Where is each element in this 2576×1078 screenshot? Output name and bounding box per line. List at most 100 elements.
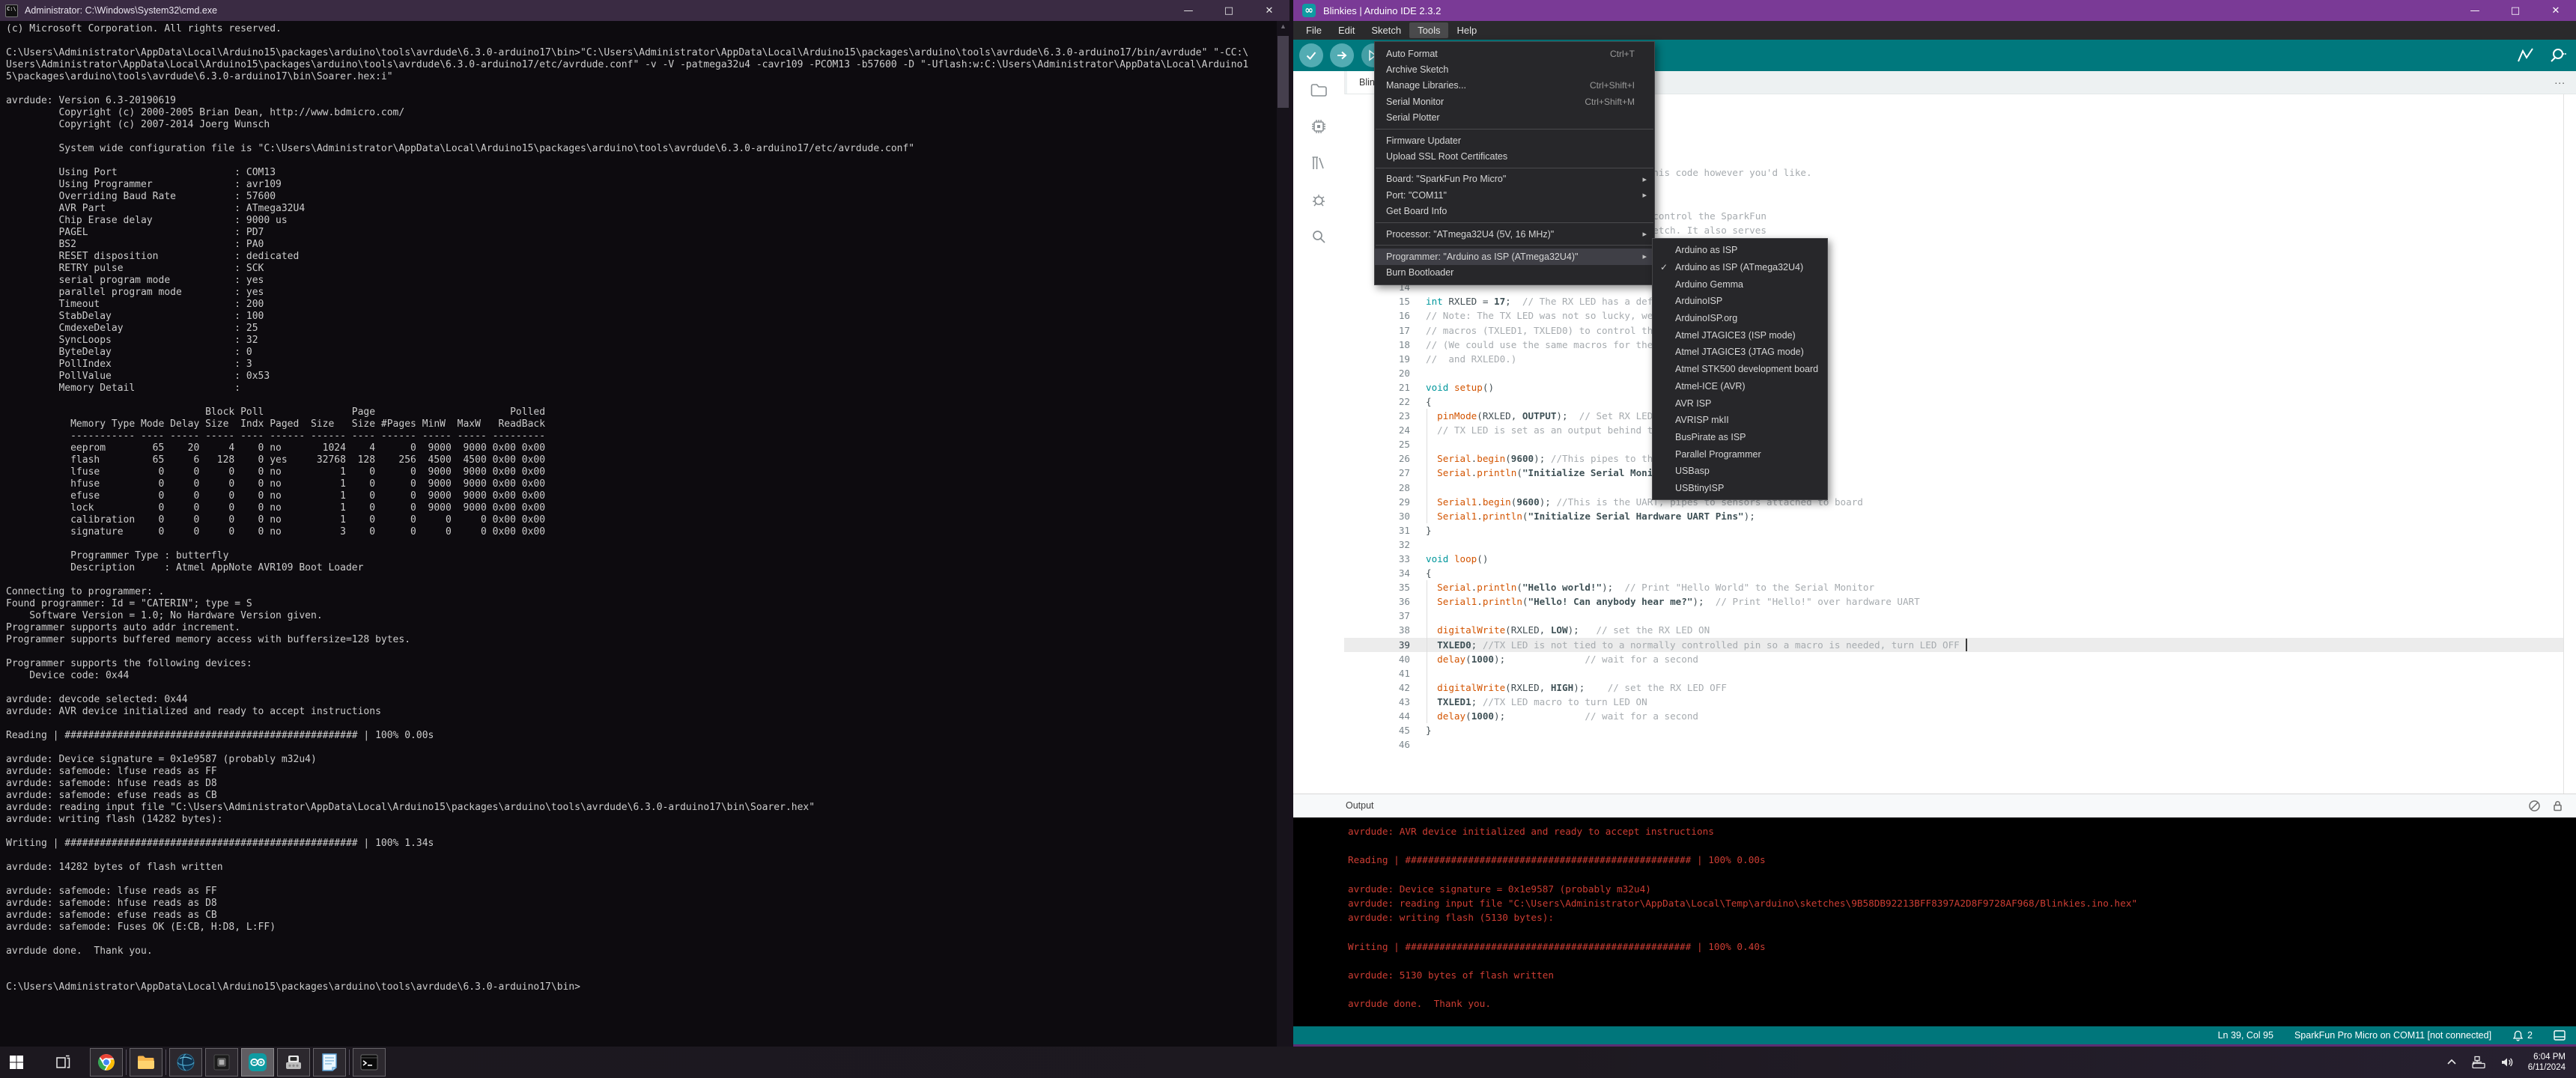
code-line-46[interactable]: 46 (1344, 737, 2563, 752)
ide-close-button[interactable]: ✕ (2536, 0, 2576, 21)
menu-item-serial-monitor[interactable]: Serial MonitorCtrl+Shift+M (1375, 94, 1654, 109)
code-line-22[interactable]: 22{ (1344, 395, 2563, 409)
taskbar-item-arduino-ide[interactable] (241, 1048, 274, 1077)
ide-titlebar[interactable]: ∞ Blinkies | Arduino IDE 2.3.2 — □ ✕ (1293, 0, 2576, 21)
programmer-option[interactable]: USBasp (1653, 463, 1827, 480)
menu-file[interactable]: File (1298, 22, 1330, 38)
code-line-45[interactable]: 45} (1344, 723, 2563, 737)
programmer-option[interactable]: AVR ISP (1653, 395, 1827, 412)
taskbar-item-file-explorer[interactable] (130, 1048, 162, 1077)
menu-item-manage-libraries[interactable]: Manage Libraries...Ctrl+Shift+I (1375, 78, 1654, 94)
cmd-close-button[interactable]: ✕ (1249, 0, 1289, 21)
menu-sketch[interactable]: Sketch (1363, 22, 1409, 38)
code-line-26[interactable]: 26 Serial.begin(9600); //This pipes to t… (1344, 451, 2563, 466)
terminal-text[interactable]: (c) Microsoft Corporation. All rights re… (6, 23, 1248, 993)
notifications-bell[interactable]: 2 (2512, 1030, 2533, 1041)
menu-item-programmer[interactable]: Programmer: "Arduino as ISP (ATmega32U4)… (1375, 249, 1654, 264)
menu-item-port[interactable]: Port: "COM11"▸ (1375, 187, 1654, 203)
programmer-option[interactable]: ✓Arduino as ISP (ATmega32U4) (1653, 259, 1827, 276)
code-line-16[interactable]: 16// Note: The TX LED was not so lucky, … (1344, 308, 2563, 323)
taskbar-item-notepad[interactable] (313, 1048, 346, 1077)
cursor-position[interactable]: Ln 39, Col 95 (2218, 1030, 2273, 1041)
menu-edit[interactable]: Edit (1330, 22, 1363, 38)
scroll-lock-icon[interactable] (2551, 800, 2564, 812)
menu-item-firmware-updater[interactable]: Firmware Updater (1375, 133, 1654, 148)
programmer-option[interactable]: USBtinyISP (1653, 480, 1827, 497)
code-line-43[interactable]: 43 TXLED1; //TX LED macro to turn LED ON (1344, 695, 2563, 709)
cmd-scrollbar-thumb[interactable] (1278, 36, 1289, 108)
sidebar-item-search[interactable] (1293, 218, 1344, 255)
cmd-titlebar[interactable]: Administrator: C:\Windows\System32\cmd.e… (0, 0, 1289, 21)
programmer-option[interactable]: Arduino as ISP (1653, 242, 1827, 259)
serial-plotter-icon[interactable] (2516, 46, 2536, 65)
start-button[interactable] (0, 1047, 33, 1078)
code-line-41[interactable]: 41 (1344, 666, 2563, 680)
menu-tools[interactable]: Tools (1409, 22, 1448, 38)
programmer-option[interactable]: Atmel STK500 development board (1653, 361, 1827, 378)
toggle-panel-button[interactable] (2554, 1030, 2566, 1041)
code-line-36[interactable]: 36 Serial1.println("Hello! Can anybody h… (1344, 594, 2563, 609)
code-line-33[interactable]: 33void loop() (1344, 552, 2563, 566)
cmd-minimize-button[interactable]: — (1168, 0, 1209, 21)
clear-output-icon[interactable] (2528, 800, 2541, 812)
output-console[interactable]: avrdude: AVR device initialized and read… (1293, 817, 2576, 1026)
ide-maximize-button[interactable]: □ (2495, 0, 2536, 21)
cmd-scrollbar[interactable]: ▲ (1277, 21, 1289, 1047)
code-line-25[interactable]: 25 (1344, 437, 2563, 451)
menu-item-serial-plotter[interactable]: Serial Plotter (1375, 110, 1654, 126)
sidebar-item-debug[interactable] (1293, 181, 1344, 218)
code-line-20[interactable]: 20 (1344, 366, 2563, 380)
code-line-18[interactable]: 18// (We could use the same macros for t… (1344, 338, 2563, 352)
code-line-39[interactable]: 39 TXLED0; //TX LED is not tied to a nor… (1344, 638, 2563, 652)
programmer-option[interactable]: AVRISP mkII (1653, 412, 1827, 429)
code-line-40[interactable]: 40 delay(1000); // wait for a second (1344, 652, 2563, 666)
code-line-32[interactable]: 32 (1344, 538, 2563, 552)
sidebar-item-boards-manager[interactable] (1293, 108, 1344, 144)
code-line-30[interactable]: 30 Serial1.println("Initialize Serial Ha… (1344, 509, 2563, 523)
menu-item-upload-ssl-certificates[interactable]: Upload SSL Root Certificates (1375, 148, 1654, 164)
code-line-38[interactable]: 38 digitalWrite(RXLED, LOW); // set the … (1344, 623, 2563, 637)
sidebar-item-library-manager[interactable] (1293, 144, 1344, 181)
taskbar-item-chip-app[interactable] (205, 1048, 238, 1077)
menu-item-board[interactable]: Board: "SparkFun Pro Micro"▸ (1375, 171, 1654, 187)
code-line-34[interactable]: 34{ (1344, 566, 2563, 580)
serial-monitor-icon[interactable] (2548, 46, 2567, 65)
programmer-option[interactable]: BusPirate as ISP (1653, 429, 1827, 446)
menu-item-auto-format[interactable]: Auto FormatCtrl+T (1375, 46, 1654, 61)
code-line-44[interactable]: 44 delay(1000); // wait for a second (1344, 709, 2563, 723)
code-line-24[interactable]: 24 // TX LED is set as an output behind … (1344, 423, 2563, 437)
task-view-button[interactable] (46, 1047, 79, 1078)
code-line-31[interactable]: 31} (1344, 523, 2563, 538)
network-icon[interactable] (2471, 1056, 2486, 1069)
code-line-21[interactable]: 21void setup() (1344, 380, 2563, 395)
code-line-19[interactable]: 19// and RXLED0.) (1344, 352, 2563, 366)
verify-button[interactable] (1299, 43, 1323, 67)
taskbar-item-command-prompt[interactable] (353, 1048, 386, 1077)
menu-item-archive-sketch[interactable]: Archive Sketch (1375, 61, 1654, 77)
ide-minimize-button[interactable]: — (2455, 0, 2495, 21)
code-line-17[interactable]: 17// macros (TXLED1, TXLED0) to control … (1344, 323, 2563, 338)
programmer-option[interactable]: ArduinoISP (1653, 293, 1827, 310)
programmer-option[interactable]: Atmel JTAGICE3 (ISP mode) (1653, 326, 1827, 344)
programmer-option[interactable]: Arduino Gemma (1653, 275, 1827, 293)
programmer-option[interactable]: Parallel Programmer (1653, 445, 1827, 463)
scrollbar-up-icon[interactable]: ▲ (1277, 22, 1289, 30)
programmer-option[interactable]: Atmel JTAGICE3 (JTAG mode) (1653, 344, 1827, 361)
menu-help[interactable]: Help (1448, 22, 1485, 38)
tab-more-actions-icon[interactable]: ... (2554, 74, 2566, 86)
menu-item-processor[interactable]: Processor: "ATmega32U4 (5V, 16 MHz)"▸ (1375, 226, 1654, 242)
tray-chevron-up-icon[interactable] (2446, 1056, 2458, 1068)
code-line-37[interactable]: 37 (1344, 609, 2563, 623)
upload-button[interactable] (1330, 43, 1354, 67)
taskbar-item-device-tool[interactable] (277, 1048, 310, 1077)
code-line-15[interactable]: 15int RXLED = 17; // The RX LED has a de… (1344, 294, 2563, 308)
code-line-42[interactable]: 42 digitalWrite(RXLED, HIGH); // set the… (1344, 680, 2563, 695)
cmd-maximize-button[interactable]: □ (1209, 0, 1249, 21)
speaker-icon[interactable] (2500, 1056, 2515, 1069)
taskbar-item-chrome[interactable] (90, 1048, 123, 1077)
code-line-29[interactable]: 29 Serial1.begin(9600); //This is the UA… (1344, 495, 2563, 509)
programmer-option[interactable]: Atmel-ICE (AVR) (1653, 378, 1827, 395)
sidebar-item-sketchbook[interactable] (1293, 71, 1344, 108)
taskbar-clock[interactable]: 6:04 PM 6/11/2024 (2528, 1052, 2566, 1073)
code-line-27[interactable]: 27 Serial.println("Initialize Serial Mon… (1344, 466, 2563, 480)
